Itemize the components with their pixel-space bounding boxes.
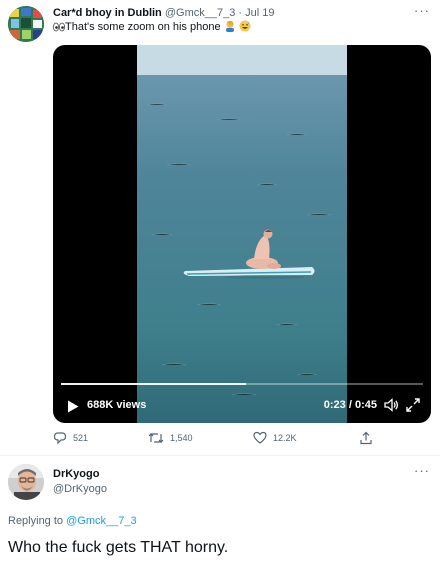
time-separator: / bbox=[345, 399, 355, 411]
play-icon[interactable] bbox=[67, 400, 79, 418]
volume-icon[interactable] bbox=[383, 397, 399, 418]
reply-more-options-button[interactable]: ··· bbox=[414, 463, 430, 478]
reply-text: Who the fuck gets THAT horny. bbox=[8, 539, 229, 556]
like-count: 12.2K bbox=[273, 432, 297, 443]
video-time: 0:23 / 0:45 bbox=[324, 399, 377, 411]
tweet-divider bbox=[0, 455, 440, 456]
more-options-button[interactable]: ··· bbox=[414, 3, 430, 18]
reply-avatar[interactable] bbox=[8, 464, 44, 500]
author-handle[interactable]: @Gmck__7_3 bbox=[165, 7, 235, 19]
reply-icon bbox=[53, 431, 67, 445]
tweet-text: That's some zoom on his phone bbox=[53, 20, 251, 36]
reply-author-handle[interactable]: @DrKyogo bbox=[53, 482, 107, 496]
original-tweet[interactable]: Car*d bhoy in Dublin @Gmck__7_3 · Jul 19… bbox=[0, 0, 440, 455]
video-frame[interactable] bbox=[137, 45, 347, 423]
person-facepalming-icon bbox=[224, 20, 236, 36]
fullscreen-icon[interactable] bbox=[405, 397, 421, 418]
grinning-sweat-icon bbox=[239, 20, 251, 36]
share-icon bbox=[359, 431, 373, 445]
video-player[interactable]: 688K views 0:23 / 0:45 bbox=[53, 45, 431, 423]
separator-dot: · bbox=[238, 7, 243, 19]
replying-to: Replying to @Gmck__7_3 bbox=[8, 514, 137, 528]
reply-count: 521 bbox=[73, 433, 89, 443]
heart-icon bbox=[253, 431, 267, 444]
video-progress-bar[interactable] bbox=[61, 383, 423, 385]
current-time: 0:23 bbox=[323, 399, 346, 411]
video-progress-fill bbox=[61, 383, 246, 385]
eyes-icon bbox=[53, 22, 65, 36]
share-button[interactable] bbox=[359, 431, 373, 445]
replying-to-mention[interactable]: @Gmck__7_3 bbox=[66, 515, 136, 527]
tweet-header: Car*d bhoy in Dublin @Gmck__7_3 · Jul 19 bbox=[53, 6, 274, 20]
reply-author-name[interactable]: DrKyogo bbox=[53, 467, 99, 481]
tweet-text-content: That's some zoom on his phone bbox=[65, 21, 221, 33]
replying-prefix: Replying to bbox=[8, 515, 64, 527]
view-count: 688K views bbox=[87, 399, 147, 411]
retweet-button[interactable]: 1,540 bbox=[148, 431, 193, 445]
author-name[interactable]: Car*d bhoy in Dublin bbox=[53, 7, 162, 19]
tweet-actions: 521 1,540 12.2K bbox=[53, 431, 431, 449]
avatar[interactable] bbox=[8, 6, 44, 42]
like-button[interactable]: 12.2K bbox=[253, 431, 297, 444]
reply-button[interactable]: 521 bbox=[53, 431, 88, 445]
tweet-date[interactable]: Jul 19 bbox=[245, 7, 274, 19]
retweet-count: 1,540 bbox=[170, 433, 193, 443]
retweet-icon bbox=[148, 431, 164, 445]
duration: 0:45 bbox=[354, 399, 377, 411]
